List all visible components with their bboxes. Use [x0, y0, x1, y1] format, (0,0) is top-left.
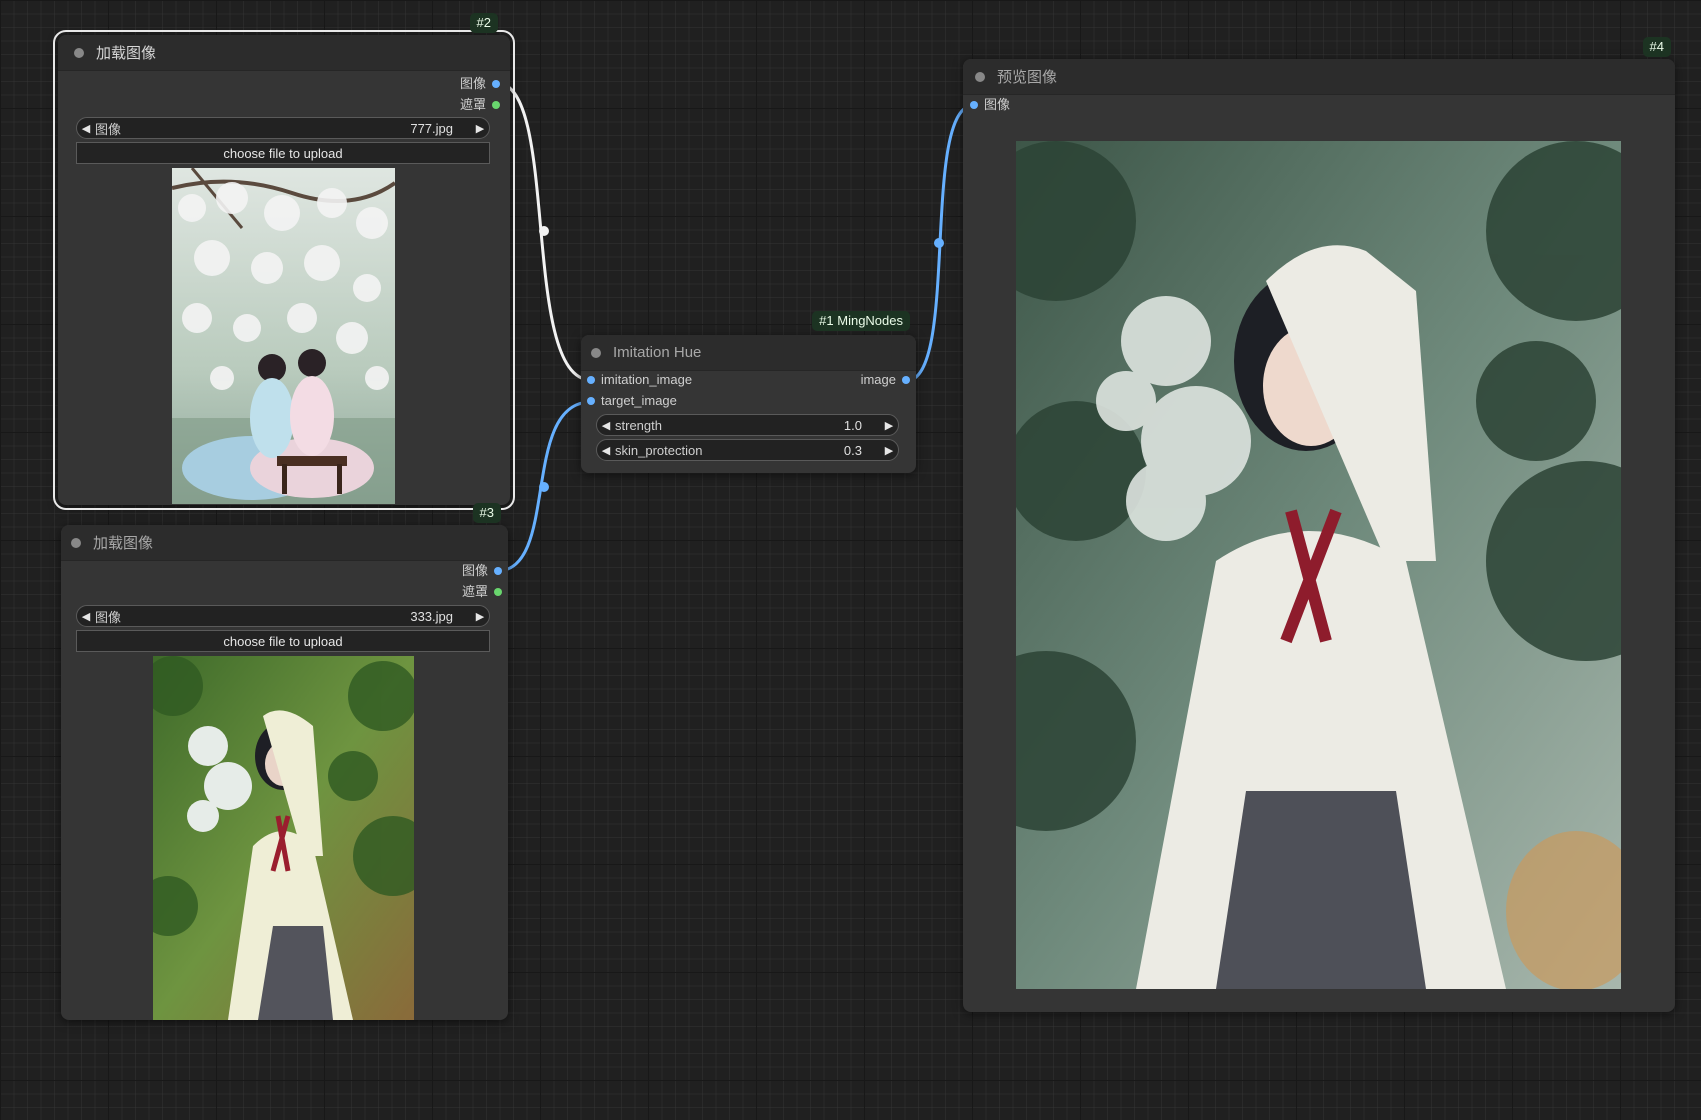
- widget-value: 777.jpg: [410, 120, 453, 136]
- skin-protection-number-widget[interactable]: ◀ skin_protection 0.3 ▶: [596, 439, 899, 461]
- node-title: 加载图像: [96, 45, 157, 62]
- increment-arrow-icon[interactable]: ▶: [471, 122, 489, 135]
- decrement-arrow-icon[interactable]: ◀: [597, 444, 615, 457]
- node-title: 预览图像: [997, 69, 1058, 86]
- widget-value: 1.0: [843, 417, 862, 433]
- node-header[interactable]: Imitation Hue: [581, 335, 916, 371]
- output-image-slot[interactable]: [492, 80, 500, 88]
- input-imitation-image-slot[interactable]: [587, 376, 595, 384]
- output-mask-slot[interactable]: [494, 588, 502, 596]
- collapse-dot-icon[interactable]: [591, 347, 601, 358]
- output-image-label: 图像: [459, 76, 486, 91]
- output-mask-label: 遮罩: [461, 584, 488, 599]
- loaded-image-thumbnail: [172, 168, 395, 504]
- input-image-label: 图像: [984, 97, 1011, 112]
- loaded-image-thumbnail: [153, 656, 414, 1020]
- upload-button[interactable]: choose file to upload: [76, 630, 490, 652]
- node-id-badge: #4: [1642, 37, 1671, 57]
- wire-reroute-dot: [539, 226, 549, 236]
- increment-arrow-icon[interactable]: ▶: [880, 419, 898, 432]
- node-header[interactable]: 预览图像: [963, 59, 1675, 95]
- node-header[interactable]: 加载图像: [61, 525, 508, 561]
- output-image-label: 图像: [461, 563, 488, 578]
- input-image-slot[interactable]: [970, 101, 978, 109]
- output-image-slot[interactable]: [902, 376, 910, 384]
- output-image-slot[interactable]: [494, 567, 502, 575]
- node-id-badge: #3: [472, 503, 501, 523]
- widget-label: strength: [615, 417, 662, 433]
- output-mask-slot[interactable]: [492, 101, 500, 109]
- node-id-badge: #2: [469, 13, 498, 33]
- collapse-dot-icon[interactable]: [975, 71, 985, 82]
- output-mask-label: 遮罩: [459, 97, 486, 112]
- decrement-arrow-icon[interactable]: ◀: [77, 610, 95, 623]
- imitation-hue-node[interactable]: Imitation Hue imitation_image target_ima…: [581, 311, 916, 473]
- image-combo-widget[interactable]: ◀ 图像 777.jpg ▶: [76, 117, 490, 139]
- upload-button[interactable]: choose file to upload: [76, 142, 490, 164]
- output-image-label: image: [860, 372, 896, 387]
- node-title: Imitation Hue: [613, 344, 702, 361]
- collapse-dot-icon[interactable]: [71, 537, 81, 548]
- collapse-dot-icon[interactable]: [74, 47, 84, 58]
- decrement-arrow-icon[interactable]: ◀: [597, 419, 615, 432]
- decrement-arrow-icon[interactable]: ◀: [77, 122, 95, 135]
- wire-reroute-dot: [934, 238, 944, 248]
- increment-arrow-icon[interactable]: ▶: [880, 444, 898, 457]
- widget-label: 图像: [95, 121, 122, 137]
- node-title: 加载图像: [93, 535, 154, 552]
- input-imitation-image-label: imitation_image: [601, 372, 693, 387]
- load-image-node-1[interactable]: 加载图像 图像 遮罩 ◀ 图像 777.jpg ▶ choose file to…: [53, 13, 515, 510]
- preview-image-node[interactable]: 预览图像 图像 #4: [963, 37, 1675, 1012]
- preview-image: [1016, 141, 1621, 989]
- increment-arrow-icon[interactable]: ▶: [471, 610, 489, 623]
- input-target-image-slot[interactable]: [587, 397, 595, 405]
- input-target-image-label: target_image: [601, 393, 677, 408]
- node-id-badge: #1 MingNodes: [812, 311, 910, 331]
- widget-label: skin_protection: [615, 442, 703, 458]
- node-header[interactable]: 加载图像: [58, 35, 510, 71]
- wire-reroute-dot: [539, 482, 549, 492]
- load-image-node-2[interactable]: 加载图像 图像 遮罩 ◀ 图像 333.jpg ▶ choose file to…: [61, 503, 508, 1020]
- strength-number-widget[interactable]: ◀ strength 1.0 ▶: [596, 414, 899, 436]
- widget-value: 333.jpg: [410, 608, 453, 624]
- widget-value: 0.3: [843, 442, 862, 458]
- widget-label: 图像: [95, 609, 122, 625]
- image-combo-widget[interactable]: ◀ 图像 333.jpg ▶: [76, 605, 490, 627]
